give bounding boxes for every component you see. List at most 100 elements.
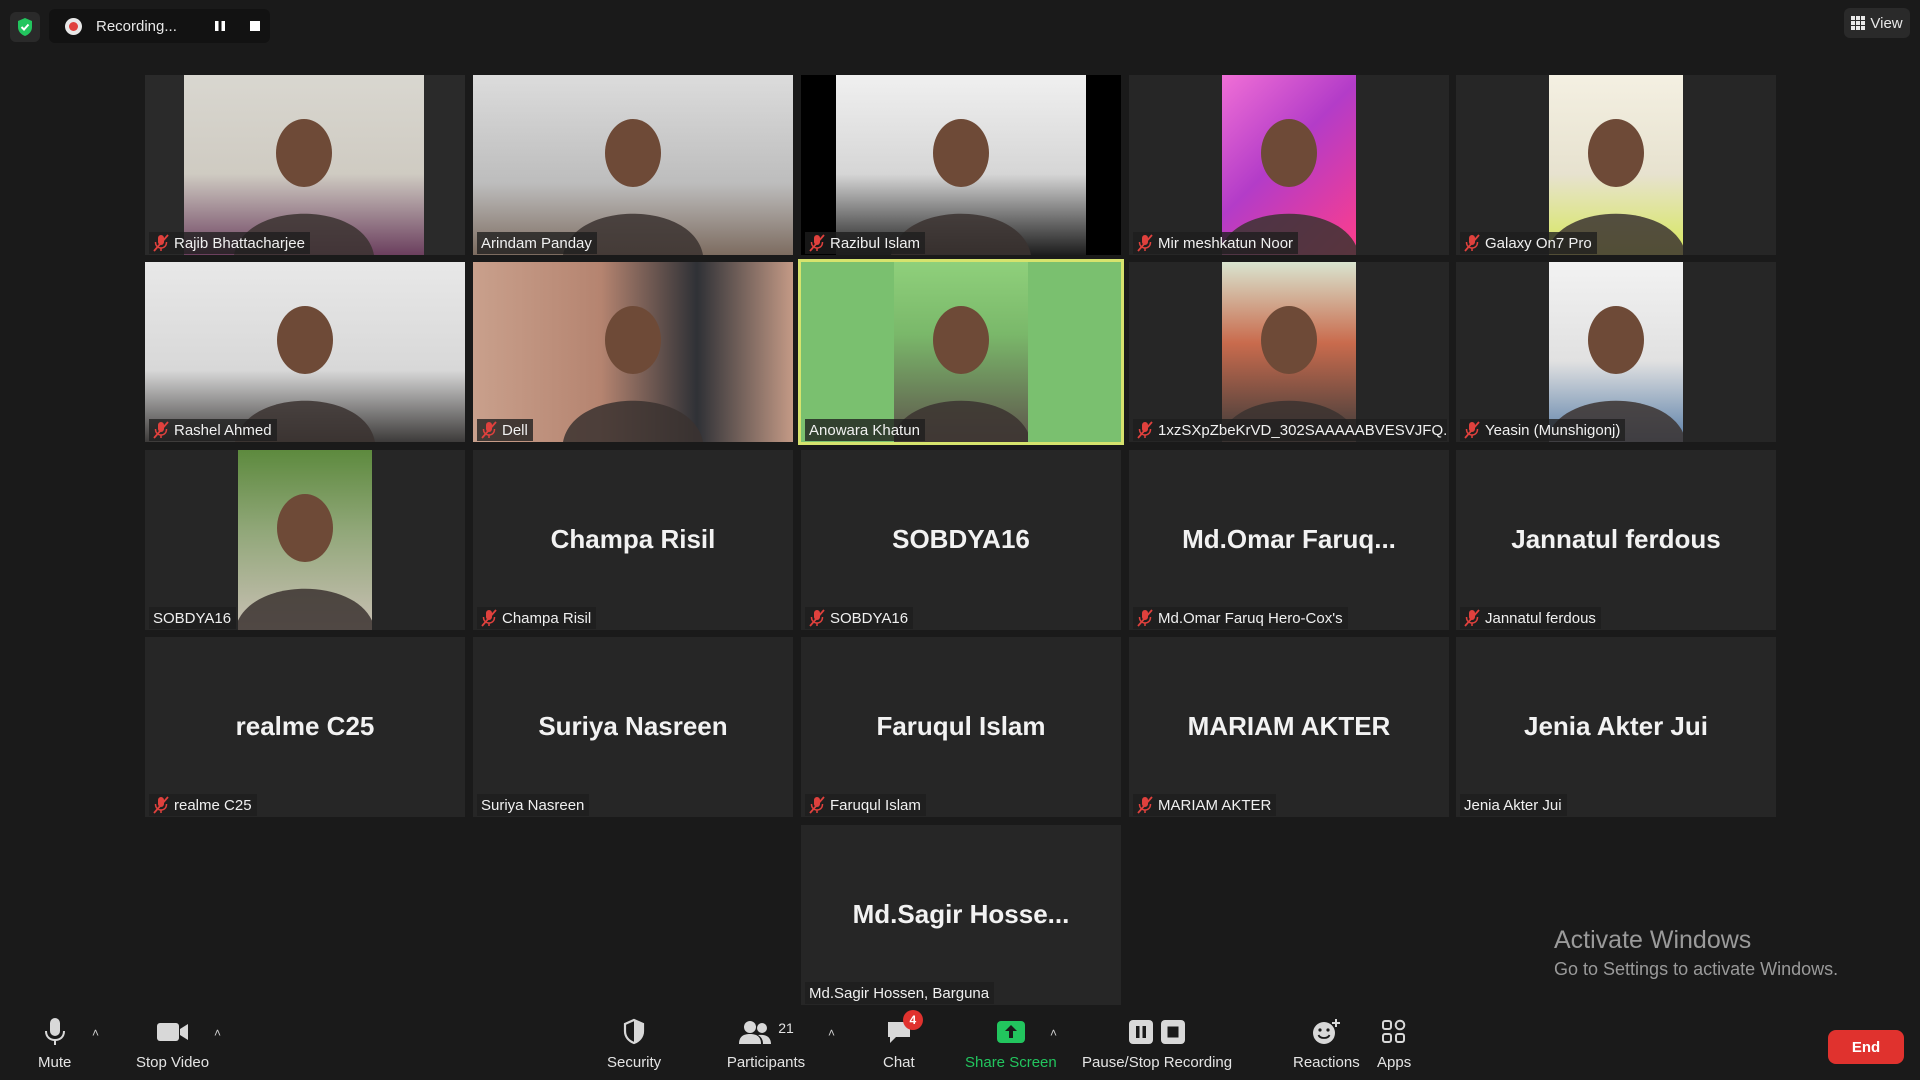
audio-options-caret-icon[interactable]: ˄ [92, 1026, 99, 1040]
participant-tile[interactable]: Rajib Bhattacharjee [145, 75, 465, 255]
video-camera-icon [156, 1023, 188, 1041]
reactions-button[interactable]: Reactions [1293, 1014, 1360, 1071]
participant-name-text: SOBDYA16 [153, 609, 232, 627]
pause-stop-recording-button[interactable]: Pause/Stop Recording [1082, 1014, 1232, 1071]
apps-button[interactable]: Apps [1377, 1014, 1411, 1071]
participant-display-name: Md.Omar Faruq... [1182, 524, 1396, 554]
participant-display-name: Faruqul Islam [876, 711, 1046, 741]
participant-display-name: realme C25 [235, 711, 375, 741]
muted-microphone-icon [809, 609, 825, 627]
participant-name-label: Arindam Panday [477, 232, 597, 254]
muted-microphone-icon [1137, 421, 1153, 439]
share-screen-label: Share Screen [965, 1054, 1057, 1071]
participant-name-text: Md.Omar Faruq Hero-Cox's [1158, 609, 1343, 627]
participant-display-name: Jannatul ferdous [1511, 524, 1721, 554]
participant-tile[interactable]: Faruqul Islam Faruqul Islam [801, 637, 1121, 817]
chat-button[interactable]: 4 Chat [883, 1010, 923, 1071]
participants-button[interactable]: 21 Participants [726, 1014, 806, 1071]
security-button[interactable]: Security [607, 1014, 661, 1071]
participant-video [891, 262, 1031, 442]
participant-tile[interactable]: Mir meshkatun Noor [1129, 75, 1449, 255]
participant-name-label: Razibul Islam [805, 232, 926, 254]
participant-name-label: Mir meshkatun Noor [1133, 232, 1299, 254]
participant-tile[interactable]: realme C25 realme C25 [145, 637, 465, 817]
participant-display-name: Jenia Akter Jui [1523, 711, 1708, 741]
recording-dot-icon [65, 17, 82, 35]
participant-name-label: Rashel Ahmed [149, 419, 277, 441]
participant-display-name: SOBDYA16 [892, 524, 1030, 554]
participant-tile[interactable]: Champa Risil Champa Risil [473, 450, 793, 630]
participant-tile[interactable]: Jenia Akter Jui Jenia Akter Jui [1456, 637, 1776, 817]
share-screen-button[interactable]: Share Screen [965, 1014, 1057, 1071]
participant-name-label: Dell [477, 419, 533, 441]
participant-name-label: 1xzSXpZbeKrVD_302SAAAAABVESVJFQ... [1133, 419, 1447, 441]
participant-name-text: Jenia Akter Jui [1464, 796, 1562, 814]
participant-video [1219, 262, 1359, 442]
participant-name-text: Mir meshkatun Noor [1158, 234, 1294, 252]
participant-video [473, 262, 793, 442]
participant-name-label: realme C25 [149, 794, 257, 816]
muted-microphone-icon [1137, 796, 1153, 814]
participant-name-label: Galaxy On7 Pro [1460, 232, 1597, 254]
participant-tile[interactable]: Md.Sagir Hosse... Md.Sagir Hossen, Bargun… [801, 825, 1121, 1005]
microphone-icon [44, 1018, 65, 1045]
participant-video [1546, 262, 1686, 442]
person-silhouette [563, 119, 703, 255]
participant-name-text: Md.Sagir Hossen, Barguna [809, 984, 990, 1002]
participant-name-text: Rajib Bhattacharjee [174, 234, 305, 252]
pause-stop-label: Pause/Stop Recording [1082, 1054, 1233, 1071]
person-silhouette [235, 306, 375, 442]
participant-name-text: Champa Risil [502, 609, 592, 627]
muted-microphone-icon [481, 609, 497, 627]
participant-display-name: Champa Risil [550, 524, 716, 554]
stop-video-button[interactable]: Stop Video [136, 1014, 209, 1071]
participant-name-text: Arindam Panday [481, 234, 592, 252]
recording-indicator: Recording... [49, 9, 270, 43]
mute-button[interactable]: Mute [38, 1014, 71, 1071]
person-silhouette [1219, 306, 1359, 442]
view-button[interactable]: View [1844, 8, 1910, 38]
share-options-caret-icon[interactable]: ˄ [1050, 1026, 1057, 1040]
participant-name-label: MARIAM AKTER [1133, 794, 1277, 816]
participant-tile[interactable]: Arindam Panday [473, 75, 793, 255]
participant-tile[interactable]: MARIAM AKTER MARIAM AKTER [1129, 637, 1449, 817]
pause-recording-icon[interactable] [212, 18, 228, 34]
participant-name-text: Rashel Ahmed [174, 421, 272, 439]
participant-tile[interactable]: Jannatul ferdous Jannatul ferdous [1456, 450, 1776, 630]
security-shield-icon[interactable] [10, 12, 40, 42]
participant-name-label: Faruqul Islam [805, 794, 926, 816]
participant-tile[interactable]: 1xzSXpZbeKrVD_302SAAAAABVESVJFQ... [1129, 262, 1449, 442]
participants-options-caret-icon[interactable]: ˄ [828, 1026, 835, 1040]
participant-video [1546, 75, 1686, 255]
apps-label: Apps [1377, 1054, 1412, 1071]
participant-tile[interactable]: Rashel Ahmed [145, 262, 465, 442]
participant-tile[interactable]: Galaxy On7 Pro [1456, 75, 1776, 255]
muted-microphone-icon [1137, 609, 1153, 627]
participant-tile[interactable]: Suriya Nasreen Suriya Nasreen [473, 637, 793, 817]
participant-name-label: Suriya Nasreen [477, 794, 590, 816]
person-silhouette [1546, 306, 1686, 442]
mute-label: Mute [38, 1054, 72, 1071]
participant-tile[interactable]: Razibul Islam [801, 75, 1121, 255]
participant-tile[interactable]: Yeasin (Munshigonj) [1456, 262, 1776, 442]
participant-video [1219, 75, 1359, 255]
activate-windows-subtitle: Go to Settings to activate Windows. [1554, 959, 1839, 979]
participant-tile[interactable]: Anowara Khatun [798, 259, 1124, 445]
video-options-caret-icon[interactable]: ˄ [214, 1026, 221, 1040]
participant-video [473, 75, 793, 255]
participant-video [145, 262, 465, 442]
person-silhouette [891, 119, 1031, 255]
end-meeting-button[interactable]: End [1828, 1030, 1904, 1064]
participant-tile[interactable]: Dell [473, 262, 793, 442]
stop-recording-icon[interactable] [247, 18, 263, 34]
participant-name-label: SOBDYA16 [805, 607, 914, 629]
participant-name-text: 1xzSXpZbeKrVD_302SAAAAABVESVJFQ... [1158, 421, 1447, 439]
muted-microphone-icon [809, 234, 825, 252]
participant-display-name: Md.Sagir Hosse... [852, 899, 1070, 929]
participant-tile[interactable]: SOBDYA16 [145, 450, 465, 630]
participant-tile[interactable]: Md.Omar Faruq... Md.Omar Faruq Hero-Cox's [1129, 450, 1449, 630]
participant-tile[interactable]: SOBDYA16 SOBDYA16 [801, 450, 1121, 630]
muted-microphone-icon [809, 796, 825, 814]
smiley-plus-icon [1313, 1019, 1341, 1044]
recording-label: Recording... [96, 17, 177, 35]
